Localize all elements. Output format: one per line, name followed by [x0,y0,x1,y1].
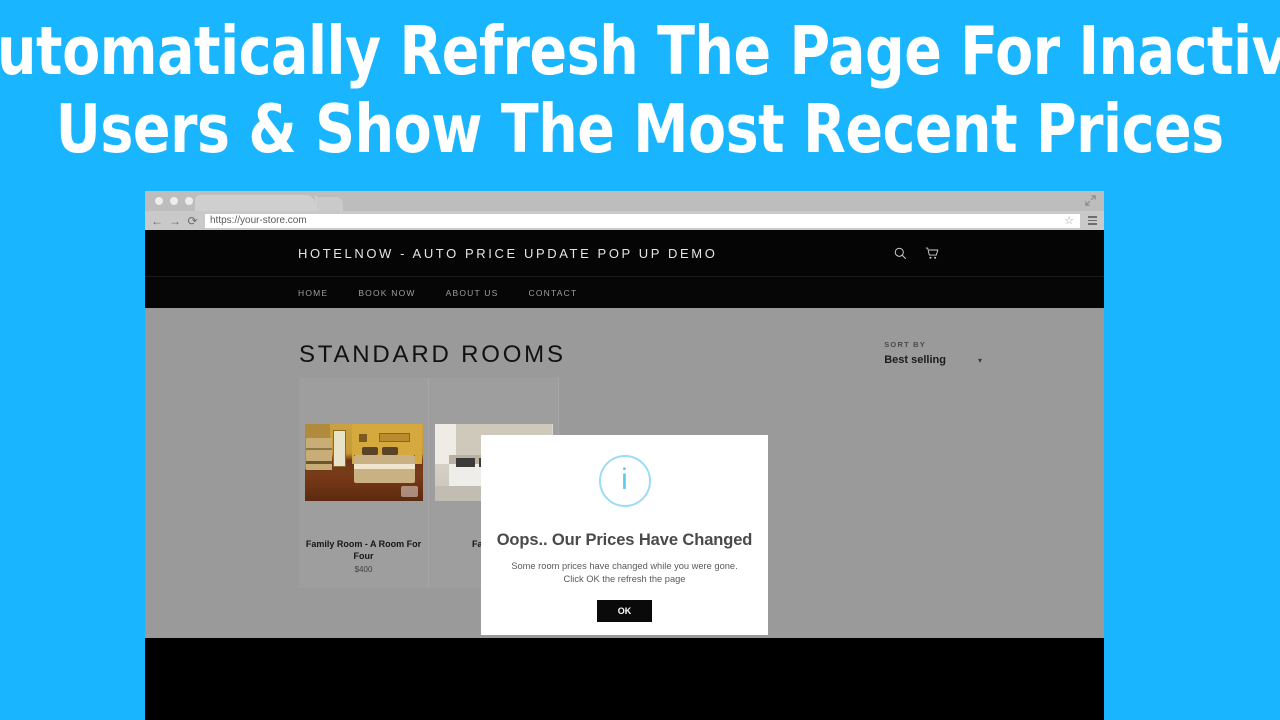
product-price: $400 [354,565,373,574]
site-footer [145,638,1104,720]
site-header: HOTELNOW - AUTO PRICE UPDATE POP UP DEMO [145,230,1104,276]
browser-tab[interactable] [195,195,335,211]
header-icon-group [894,247,939,260]
nav-item-contact[interactable]: CONTACT [529,288,578,298]
sort-by-control: SORT BY Best selling ▾ [884,340,982,366]
maximize-window-button[interactable] [185,197,193,205]
site-nav: HOME BOOK NOW ABOUT US CONTACT [145,276,1104,308]
cart-icon[interactable] [925,247,939,260]
modal-ok-button[interactable]: OK [597,600,652,622]
headline-line-2: Users & Show The Most Recent Prices [56,90,1224,168]
modal-message-line-1: Some room prices have changed while you … [511,561,738,571]
url-text: https://your-store.com [210,215,307,226]
nav-item-about-us[interactable]: ABOUT US [446,288,499,298]
back-button[interactable]: ← [151,215,163,227]
minimize-window-button[interactable] [170,197,178,205]
modal-title: Oops.. Our Prices Have Changed [496,531,753,549]
modal-message: Some room prices have changed while you … [511,560,737,586]
page-title: STANDARD ROOMS [299,341,566,368]
browser-toolbar: ← → ⟳ https://your-store.com ☆ [145,211,1104,230]
expand-icon[interactable] [1084,194,1097,207]
headline-line-1: Automatically Refresh The Page For Inact… [0,12,1280,90]
address-bar[interactable]: https://your-store.com ☆ [205,213,1080,228]
info-icon-glyph: i [621,463,628,496]
search-icon[interactable] [894,247,907,260]
sort-by-label: SORT BY [884,340,926,349]
modal-message-line-2: Click OK the refresh the page [563,574,686,584]
browser-window: ← → ⟳ https://your-store.com ☆ HOTELNOW … [145,191,1104,720]
product-title: Family Room - A Room For Four [305,539,422,561]
new-tab-button[interactable] [317,197,343,211]
browser-menu-icon[interactable] [1087,214,1098,228]
sort-by-value: Best selling [884,354,946,366]
product-card[interactable]: Family Room - A Room For Four $400 [299,378,429,588]
reload-button[interactable]: ⟳ [187,215,198,227]
price-change-modal: i Oops.. Our Prices Have Changed Some ro… [481,435,768,635]
info-icon: i [598,455,651,507]
sort-by-select[interactable]: Best selling ▾ [884,354,982,366]
headline-banner: Automatically Refresh The Page For Inact… [0,0,1280,191]
page-viewport: HOTELNOW - AUTO PRICE UPDATE POP UP DEMO… [145,230,1104,720]
window-controls[interactable] [155,197,193,205]
close-window-button[interactable] [155,197,163,205]
forward-button[interactable]: → [169,215,181,227]
product-image [304,424,423,501]
nav-item-book-now[interactable]: BOOK NOW [358,288,415,298]
nav-item-home[interactable]: HOME [298,288,328,298]
chevron-down-icon: ▾ [977,355,982,365]
store-title: HOTELNOW - AUTO PRICE UPDATE POP UP DEMO [298,245,718,261]
browser-titlebar [145,191,1104,211]
bookmark-star-icon[interactable]: ☆ [1064,215,1074,227]
